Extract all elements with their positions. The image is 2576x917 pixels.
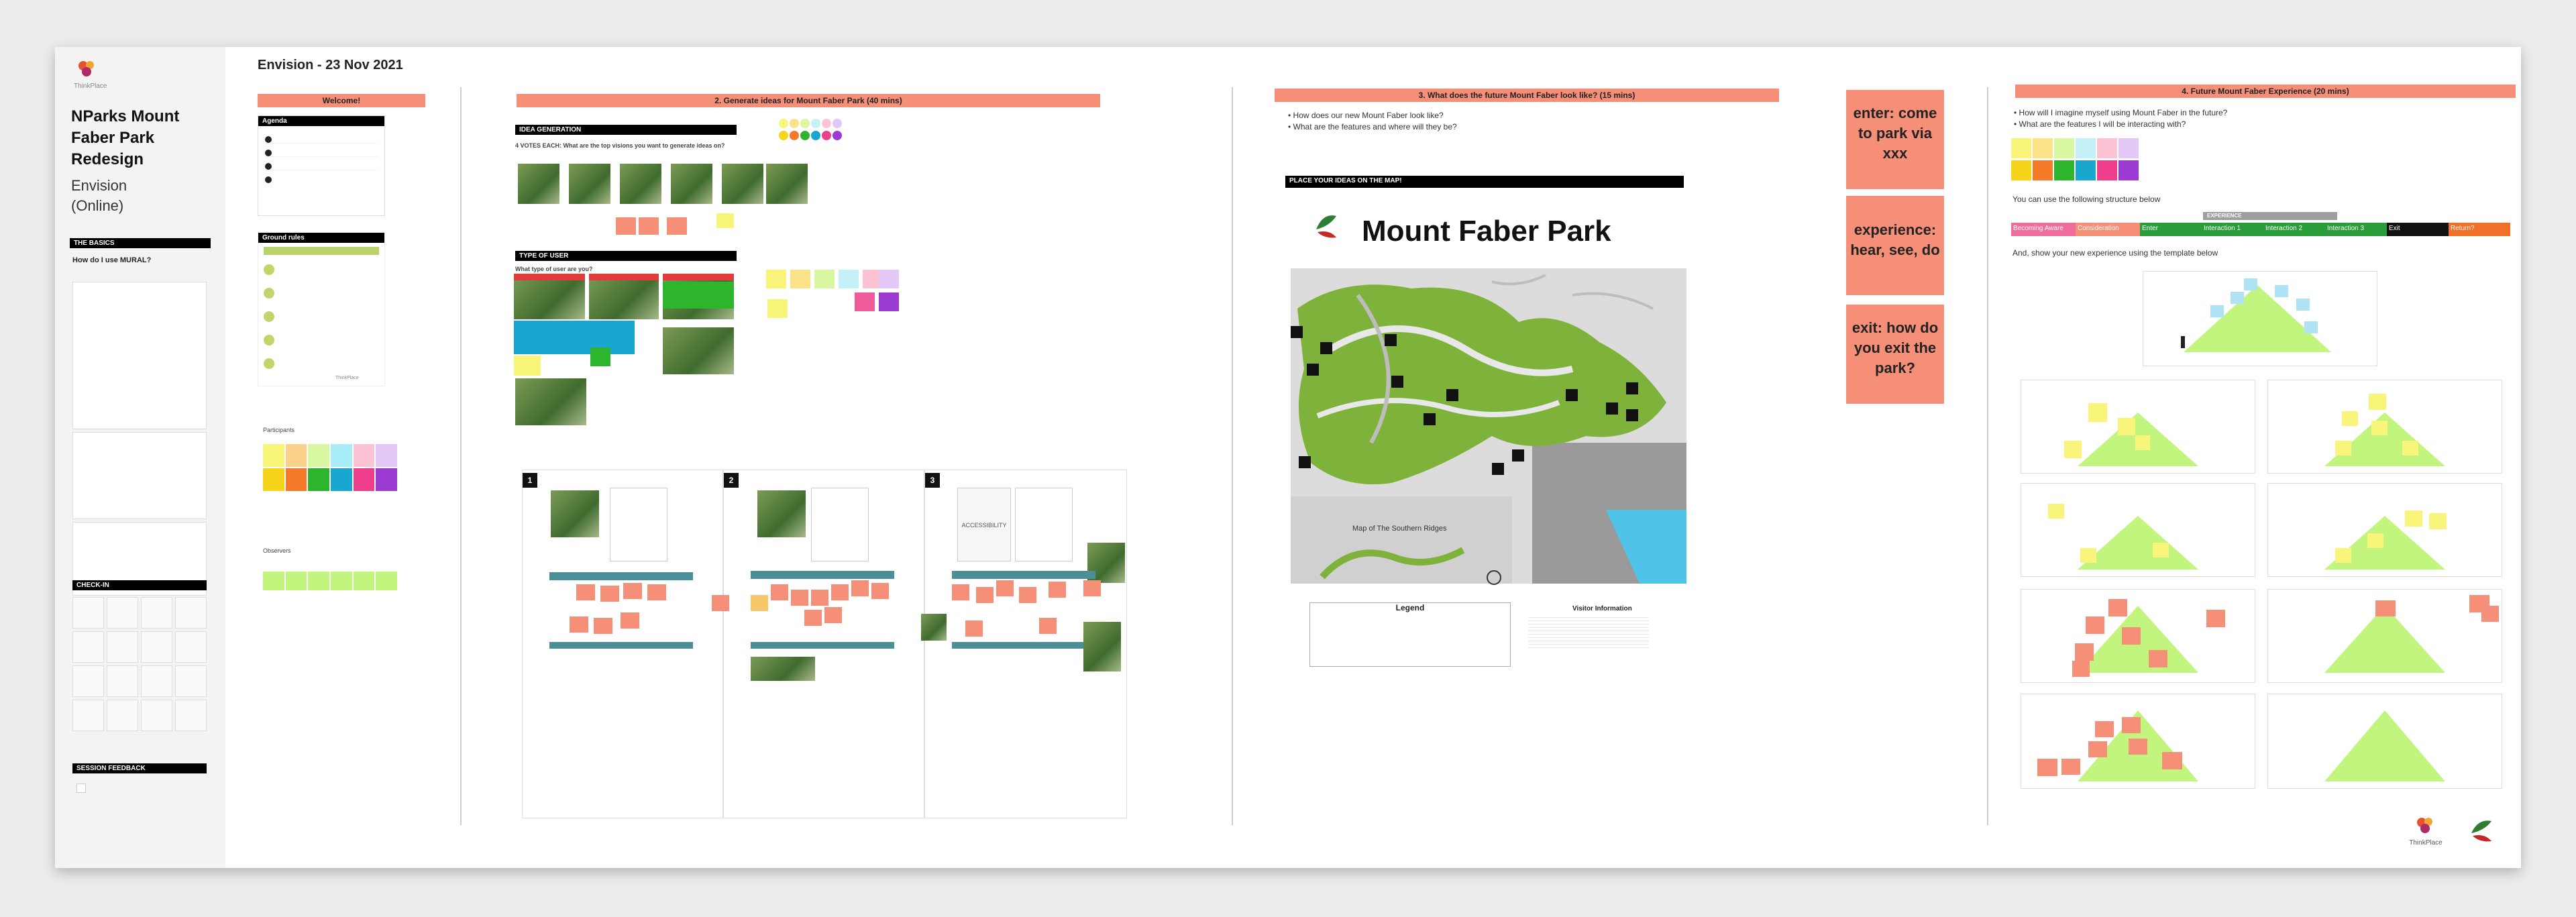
participants-label: Participants — [263, 427, 295, 433]
idea-generation-bar: IDEA GENERATION — [515, 125, 737, 135]
session-feedback-bar: SESSION FEEDBACK — [72, 763, 207, 773]
template-example[interactable] — [2143, 271, 2377, 366]
how-to-use-label: How do I use MURAL? — [72, 256, 152, 264]
footer-thinkplace-logo: ThinkPlace — [2406, 816, 2446, 853]
sidebar-panel: ThinkPlace NParks Mount Faber Park Redes… — [55, 47, 225, 868]
frame-number-2: 2 — [724, 473, 739, 488]
journey-step-5: Interaction 2 — [2263, 223, 2325, 236]
structure-text: You can use the following structure belo… — [2012, 195, 2161, 204]
template-text: And, show your new experience using the … — [2012, 248, 2218, 258]
exit-card[interactable]: exit: how do you exit the park? — [1846, 305, 1944, 404]
welcome-header: Welcome! — [258, 94, 425, 107]
park-map[interactable]: Mount Faber Park Map of The Southern Rid… — [1285, 195, 1688, 678]
user-type-cards[interactable] — [514, 274, 735, 428]
group-frame-5[interactable] — [2021, 589, 2255, 683]
vision-cards[interactable] — [515, 164, 810, 237]
section1-logo: ThinkPlace — [335, 376, 359, 380]
divider-3 — [1987, 87, 1988, 825]
checkin-bar: CHECK-IN — [72, 580, 207, 590]
journey-step-1: Becoming Aware — [2011, 223, 2076, 236]
footer-logo-text: ThinkPlace — [2409, 839, 2443, 847]
type-of-user-bar: TYPE OF USER — [515, 251, 737, 261]
section3-bullets: How does our new Mount Faber look like? … — [1288, 110, 1457, 133]
idea-frame-3[interactable]: 3 ACCESSIBILITY — [921, 470, 1127, 818]
journey-step-8: Return? — [2449, 223, 2510, 236]
group-frame-1[interactable] — [2021, 380, 2255, 474]
journey-step-4: Interaction 1 — [2202, 223, 2263, 236]
footer-nparks-logo — [2466, 816, 2496, 853]
legend-box: Legend — [1309, 602, 1511, 667]
section4-bullet-2: What are the features I will be interact… — [2014, 119, 2227, 130]
thinkplace-logo: ThinkPlace — [74, 59, 107, 90]
experience-card[interactable]: experience: hear, see, do — [1846, 196, 1944, 295]
section3-bullet-1: How does our new Mount Faber look like? — [1288, 110, 1457, 121]
map-subtitle: Map of The Southern Ridges — [1352, 525, 1447, 533]
frame-number-1: 1 — [523, 473, 537, 488]
agenda-card: Agenda — [258, 115, 385, 216]
journey-step-3: Enter — [2140, 223, 2202, 236]
map-title: Mount Faber Park — [1362, 215, 1611, 248]
map-compass — [1487, 570, 1501, 585]
idea-question: 4 VOTES EACH: What are the top visions y… — [515, 142, 725, 149]
vote-dots[interactable] — [778, 118, 852, 145]
accessibility-text: ACCESSIBILITY — [961, 522, 1007, 529]
sidebar-subtitle: Envision (Online) — [71, 177, 127, 214]
idea-frame-1[interactable]: 1 — [522, 470, 723, 818]
board-title: Envision - 23 Nov 2021 — [258, 58, 403, 72]
journey-row: Becoming Aware Consideration Enter Inter… — [2011, 223, 2521, 236]
group-frame-2[interactable] — [2267, 380, 2502, 474]
section4-header: 4. Future Mount Faber Experience (20 min… — [2015, 85, 2516, 98]
group-frame-6[interactable] — [2267, 589, 2502, 683]
tutorial-card-1 — [72, 282, 207, 429]
tutorial-card-2 — [72, 432, 207, 519]
group-frame-8[interactable] — [2267, 694, 2502, 789]
frame-number-3: 3 — [925, 473, 940, 488]
section3-bullet-2: What are the features and where will the… — [1288, 121, 1457, 133]
journey-step-6: Interaction 3 — [2325, 223, 2387, 236]
checkin-grid[interactable] — [72, 597, 207, 731]
experience-header: EXPERIENCE — [2203, 212, 2337, 220]
ground-rules-card: Ground rules — [258, 232, 385, 386]
section4-bullets: How will I imagine myself using Mount Fa… — [2014, 107, 2228, 130]
participants-stickies[interactable] — [263, 444, 397, 491]
idea-frame-2[interactable]: 2 — [712, 470, 924, 818]
journey-step-7: Exit — [2387, 223, 2449, 236]
nparks-logo — [1309, 209, 1343, 247]
section4-bullet-1: How will I imagine myself using Mount Fa… — [2014, 107, 2228, 119]
group-frame-7[interactable] — [2021, 694, 2255, 789]
visitor-info-text — [1528, 614, 1649, 648]
group-frame-3[interactable] — [2021, 483, 2255, 577]
visitor-info: Visitor Information — [1572, 605, 1632, 612]
type-of-user-question: What type of user are you? — [515, 266, 593, 272]
group-frame-4[interactable] — [2267, 483, 2502, 577]
divider-1 — [460, 87, 462, 825]
basics-bar: THE BASICS — [70, 238, 211, 248]
southern-ridges-map — [1319, 537, 1466, 584]
divider-2 — [1232, 87, 1233, 825]
sidebar-title: NParks Mount Faber Park Redesign — [71, 107, 180, 168]
place-ideas-bar: PLACE YOUR IDEAS ON THE MAP! — [1285, 176, 1684, 188]
journey-step-2: Consideration — [2076, 223, 2140, 236]
section3-header: 3. What does the future Mount Faber look… — [1275, 89, 1779, 102]
observers-label: Observers — [263, 547, 291, 554]
ground-rules-label: Ground rules — [258, 233, 384, 243]
feedback-sticky[interactable] — [76, 784, 86, 793]
observers-stickies[interactable] — [263, 572, 397, 590]
section4-stickies[interactable] — [2011, 138, 2145, 181]
section2-header: 2. Generate ideas for Mount Faber Park (… — [517, 94, 1100, 107]
legend-label: Legend — [1395, 603, 1425, 612]
logo-text: ThinkPlace — [74, 83, 107, 90]
enter-card[interactable]: enter: come to park via xxx — [1846, 90, 1944, 189]
agenda-label: Agenda — [258, 116, 384, 126]
user-type-stickies[interactable] — [766, 270, 900, 323]
